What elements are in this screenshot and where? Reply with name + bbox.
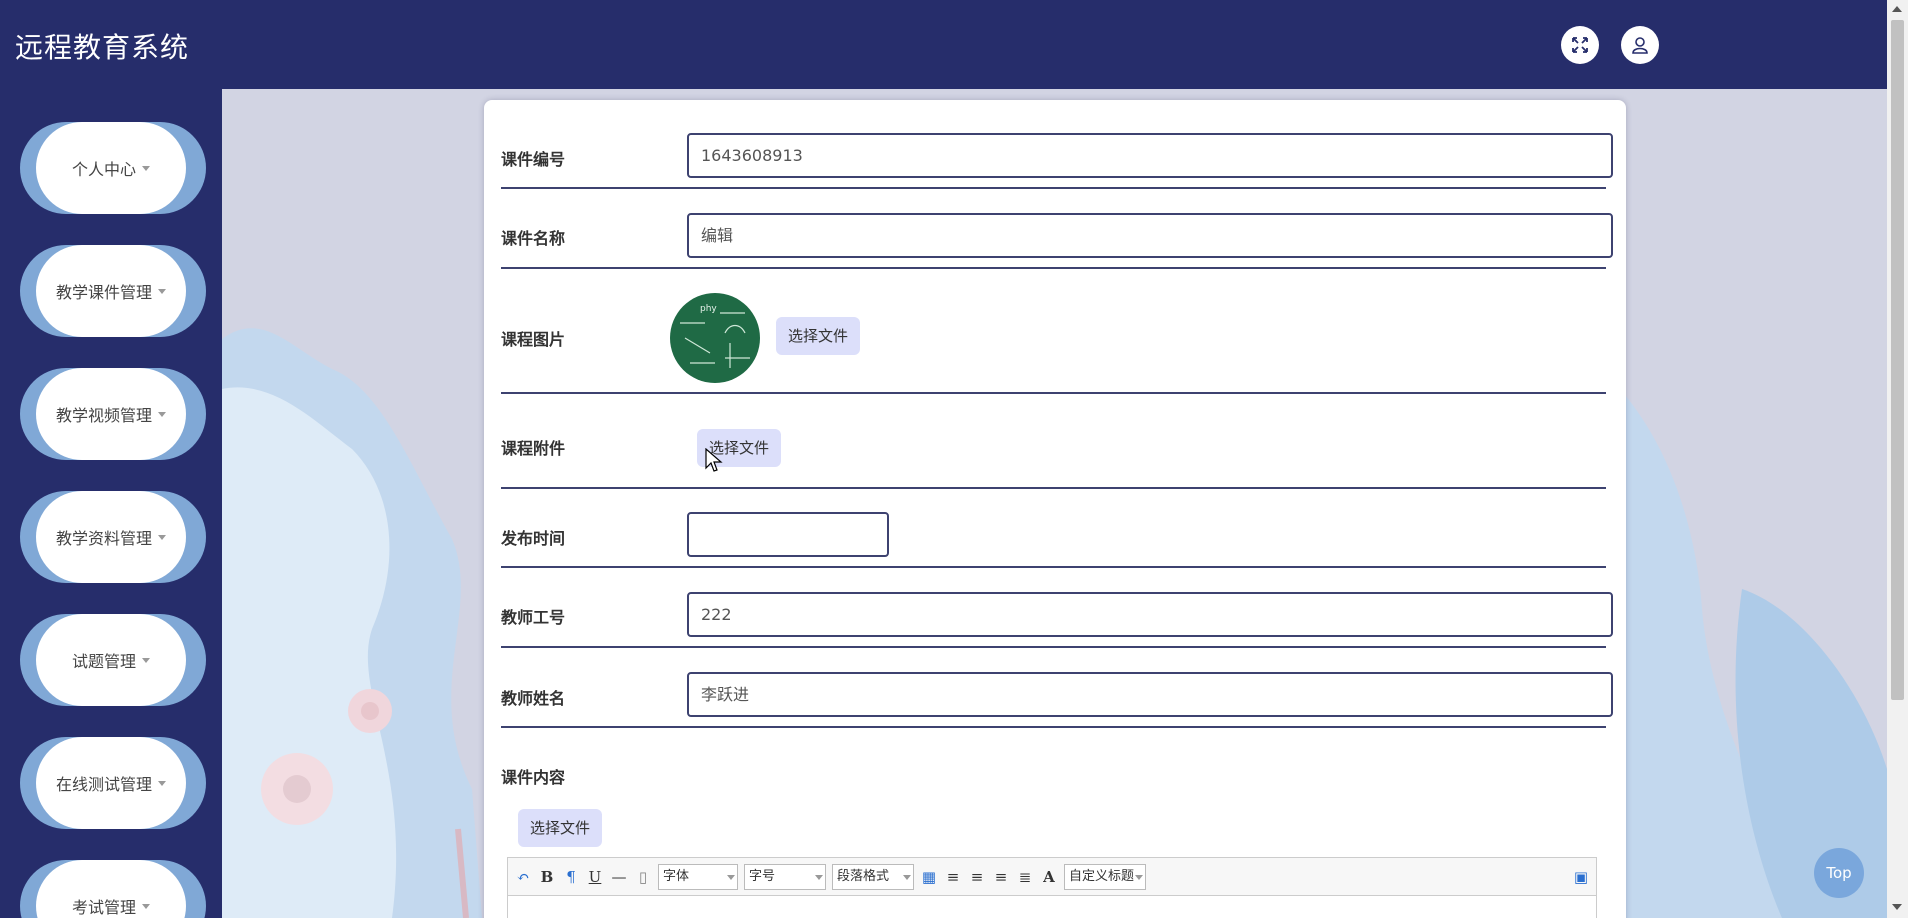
app-title: 远程教育系统 xyxy=(15,31,190,64)
caret-down-icon xyxy=(903,874,911,880)
course-no-input[interactable]: 1643608913 xyxy=(687,133,1613,178)
field-label: 发布时间 xyxy=(501,529,566,548)
caret-down-icon xyxy=(1135,874,1143,880)
custom-title-select[interactable]: 自定义标题 xyxy=(1064,863,1146,890)
sidebar-item-video[interactable]: 教学视频管理 xyxy=(20,368,206,460)
font-size-select[interactable]: 字号 xyxy=(744,863,826,890)
form-row-course-attachment: 课程附件 选择文件 xyxy=(501,394,1606,489)
align-justify-icon[interactable]: ≣ xyxy=(1016,868,1034,886)
underline-icon[interactable]: U xyxy=(586,868,604,886)
sidebar-item-exam[interactable]: 考试管理 xyxy=(20,860,206,918)
teacher-name-input[interactable]: 李跃进 xyxy=(687,672,1613,717)
form-row-course-image: 课程图片 xyxy=(501,269,1606,394)
table-icon[interactable]: ▦ xyxy=(920,868,938,886)
rich-text-editor-body[interactable] xyxy=(507,895,1597,918)
sidebar-item-label: 个人中心 xyxy=(71,160,136,179)
caret-down-icon xyxy=(142,657,150,663)
rich-text-toolbar: ↶ B ¶ U — ▯ 字体 字号 段落格式 ▦ ≡ ≡ ≡ ≣ A 自定义标题… xyxy=(507,857,1597,895)
font-size-value: 字号 xyxy=(749,868,776,884)
custom-title-value: 自定义标题 xyxy=(1069,868,1135,884)
bold-icon[interactable]: B xyxy=(538,868,556,886)
fullscreen-button[interactable] xyxy=(1561,26,1599,64)
caret-down-icon xyxy=(727,874,735,880)
align-right-icon[interactable]: ≡ xyxy=(968,868,986,886)
field-label: 课件编号 xyxy=(501,150,566,169)
form-row-teacher-id: 教师工号 222 xyxy=(501,568,1613,648)
fullscreen-editor-icon[interactable]: ▣ xyxy=(1572,868,1590,886)
mouse-cursor-icon xyxy=(705,448,723,472)
text-color-icon[interactable]: A xyxy=(1040,868,1058,886)
undo-icon[interactable]: ↶ xyxy=(514,868,532,886)
sidebar-item-questions[interactable]: 试题管理 xyxy=(20,614,206,706)
course-edit-form: 课件编号 1643608913 课件名称 编辑 课程图片 phy 选择文件 课程… xyxy=(484,100,1626,918)
sidebar-item-label: 考试管理 xyxy=(71,898,136,917)
user-button[interactable] xyxy=(1621,26,1659,64)
align-left-icon[interactable]: ≡ xyxy=(944,868,962,886)
scroll-thumb[interactable] xyxy=(1891,20,1904,700)
publish-time-input[interactable] xyxy=(687,512,889,557)
form-row-teacher-name: 教师姓名 李跃进 xyxy=(501,648,1613,728)
caret-down-icon xyxy=(815,874,823,880)
sidebar-item-label: 试题管理 xyxy=(71,652,136,671)
sidebar-item-label: 教学资料管理 xyxy=(55,529,152,548)
horizontal-rule-icon[interactable]: — xyxy=(610,868,628,886)
form-row-course-no: 课件编号 1643608913 xyxy=(501,128,1613,189)
back-to-top-button[interactable]: Top xyxy=(1814,848,1864,898)
fullscreen-icon xyxy=(1572,37,1588,53)
paragraph-value: 段落格式 xyxy=(837,868,890,884)
document-icon[interactable]: ▯ xyxy=(634,868,652,886)
sidebar-item-label: 在线测试管理 xyxy=(55,775,152,794)
chalkboard-image: phy xyxy=(670,293,760,383)
field-label: 课件名称 xyxy=(501,229,566,248)
format-painter-icon[interactable]: ¶ xyxy=(562,868,580,886)
teacher-id-input[interactable]: 222 xyxy=(687,592,1613,637)
content-file-button[interactable]: 选择文件 xyxy=(518,809,603,847)
caret-down-icon xyxy=(158,288,166,294)
font-family-select[interactable]: 字体 xyxy=(658,863,738,890)
page-scrollbar[interactable] xyxy=(1887,0,1908,918)
caret-down-icon xyxy=(158,534,166,540)
field-label: 课程图片 xyxy=(501,330,566,349)
field-label: 教师姓名 xyxy=(501,689,566,708)
content-label: 课件内容 xyxy=(501,768,566,787)
paragraph-select[interactable]: 段落格式 xyxy=(832,863,914,890)
sidebar-item-personal-center[interactable]: 个人中心 xyxy=(20,122,206,214)
sidebar-item-materials[interactable]: 教学资料管理 xyxy=(20,491,206,583)
sidebar: 个人中心 教学课件管理 教学视频管理 教学资料管理 试题管理 在线测试管理 考试… xyxy=(0,89,222,918)
field-label: 教师工号 xyxy=(501,608,566,627)
course-name-input[interactable]: 编辑 xyxy=(687,213,1613,258)
course-image-file-button[interactable]: 选择文件 xyxy=(776,317,861,355)
sidebar-item-online-test[interactable]: 在线测试管理 xyxy=(20,737,206,829)
sidebar-item-courseware[interactable]: 教学课件管理 xyxy=(20,245,206,337)
caret-down-icon xyxy=(142,903,150,909)
field-label: 课程附件 xyxy=(501,439,566,458)
sidebar-item-label: 教学课件管理 xyxy=(55,283,152,302)
caret-down-icon xyxy=(142,165,150,171)
svg-text:phy: phy xyxy=(700,304,717,314)
scroll-up-icon[interactable] xyxy=(1892,6,1902,12)
align-center-icon[interactable]: ≡ xyxy=(992,868,1010,886)
font-family-value: 字体 xyxy=(663,868,690,884)
caret-down-icon xyxy=(158,411,166,417)
top-header: 远程教育系统 xyxy=(0,0,1887,89)
user-icon xyxy=(1632,37,1648,54)
form-row-course-name: 课件名称 编辑 xyxy=(501,189,1613,269)
scroll-down-icon[interactable] xyxy=(1892,904,1902,910)
caret-down-icon xyxy=(158,780,166,786)
form-row-publish-time: 发布时间 xyxy=(501,489,1606,568)
course-image-thumbnail: phy xyxy=(670,293,760,383)
sidebar-item-label: 教学视频管理 xyxy=(55,406,152,425)
